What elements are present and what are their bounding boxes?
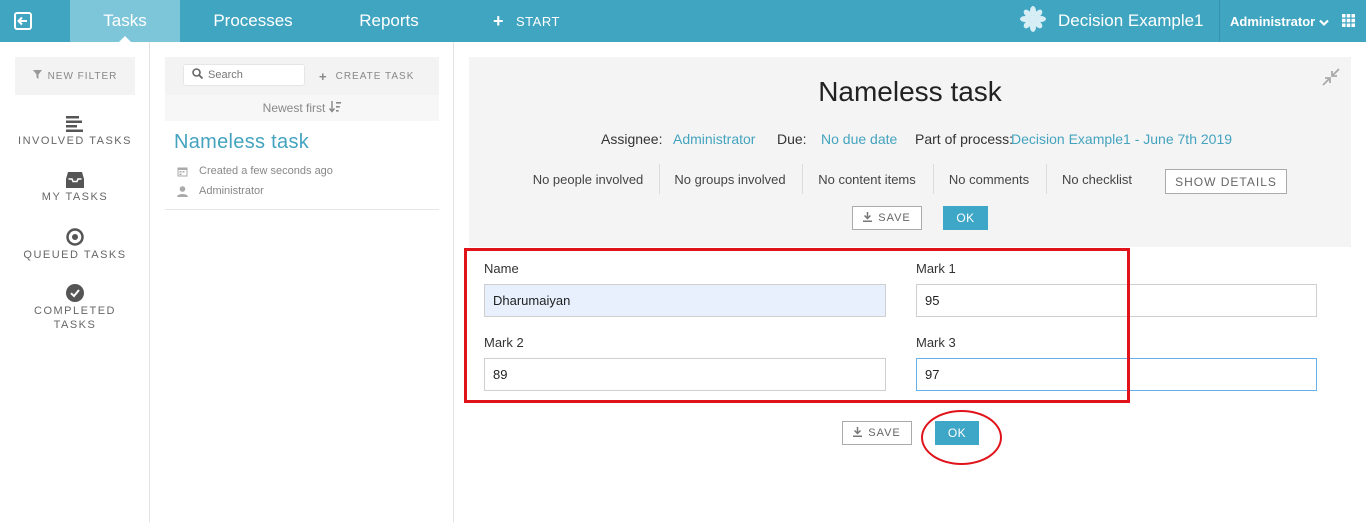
assignee-label: Assignee:: [601, 131, 663, 147]
nav-divider: [1219, 0, 1220, 42]
stat-divider: [659, 164, 660, 194]
search-icon: [192, 66, 204, 84]
content-items[interactable]: No content items: [807, 162, 927, 196]
create-task-label: CREATE TASK: [335, 71, 415, 82]
download-icon: [863, 211, 873, 225]
task-created-text: Created a few seconds ago: [199, 165, 333, 177]
user-menu[interactable]: Administrator: [1230, 0, 1330, 42]
form-save-button[interactable]: SAVE: [842, 421, 912, 445]
sort-descending-icon: [329, 100, 342, 116]
comments[interactable]: No comments: [938, 162, 1040, 196]
sort-label: Newest first: [262, 101, 326, 115]
asterisk-logo-icon: [1020, 5, 1046, 37]
download-icon: [853, 426, 863, 440]
create-task-button[interactable]: + CREATE TASK: [319, 69, 414, 84]
due-date-link[interactable]: No due date: [821, 131, 897, 147]
header-save-button[interactable]: SAVE: [852, 206, 922, 230]
sidebar-item-involved-tasks[interactable]: INVOLVED TASKS: [0, 116, 150, 147]
stat-divider: [933, 164, 934, 194]
sidebar-item-label: INVOLVED TASKS: [18, 135, 132, 147]
save-label: SAVE: [878, 212, 911, 224]
new-filter-button[interactable]: NEW FILTER: [15, 57, 135, 95]
user-name: Administrator: [1230, 13, 1316, 29]
sidebar-item-label: COMPLETED: [34, 305, 116, 317]
groups-involved[interactable]: No groups involved: [664, 162, 796, 196]
stat-divider: [802, 164, 803, 194]
tab-processes[interactable]: Processes: [200, 0, 306, 42]
save-label: SAVE: [868, 427, 901, 439]
task-item-created: Created a few seconds ago: [176, 165, 333, 177]
filter-sidebar: NEW FILTER INVOLVED TASKS MY TASKS QUEUE…: [0, 42, 150, 522]
task-item-assignee: Administrator: [176, 185, 264, 197]
filter-icon: [32, 70, 42, 82]
inbox-icon: [0, 172, 150, 188]
sidebar-item-queued-tasks[interactable]: QUEUED TASKS: [0, 228, 150, 261]
assignee-link[interactable]: Administrator: [673, 131, 755, 147]
annotation-highlight-circle: [921, 410, 1002, 465]
sidebar-item-my-tasks[interactable]: MY TASKS: [0, 172, 150, 203]
search-input[interactable]: [208, 69, 300, 81]
annotation-highlight-box: [464, 248, 1130, 403]
page-title: Nameless task: [818, 76, 1002, 107]
logout-icon[interactable]: [0, 0, 46, 42]
show-details-button[interactable]: SHOW DETAILS: [1165, 169, 1287, 194]
plus-icon: +: [493, 10, 505, 31]
new-filter-label: NEW FILTER: [47, 70, 118, 82]
process-link[interactable]: Decision Example1 - June 7th 2019: [1011, 131, 1232, 147]
start-label: START: [516, 13, 560, 29]
task-list-panel: + CREATE TASK Newest first Nameless task…: [150, 42, 454, 522]
stat-divider: [1046, 164, 1047, 194]
plus-icon: +: [319, 69, 328, 84]
due-label: Due:: [777, 131, 807, 147]
calendar-icon: [176, 166, 188, 177]
tab-reports[interactable]: Reports: [344, 0, 434, 42]
people-involved[interactable]: No people involved: [522, 162, 654, 196]
list-icon: [0, 116, 150, 132]
sidebar-item-label: MY TASKS: [41, 191, 109, 203]
task-item-title[interactable]: Nameless task: [174, 131, 309, 154]
task-assignee-text: Administrator: [199, 185, 264, 197]
search-box: [183, 64, 305, 86]
user-icon: [176, 185, 188, 197]
sidebar-item-label: QUEUED TASKS: [23, 249, 127, 261]
sort-dropdown[interactable]: Newest first: [165, 95, 439, 121]
top-nav-bar: Tasks Processes Reports + START Decision…: [0, 0, 1366, 43]
apps-grid-icon[interactable]: [1342, 14, 1355, 32]
app-name: Decision Example1: [1058, 11, 1204, 30]
sidebar-item-label-line2: TASKS: [53, 319, 97, 331]
chevron-down-icon: [1319, 15, 1330, 30]
checklist[interactable]: No checklist: [1051, 162, 1143, 196]
start-button[interactable]: + START: [493, 0, 560, 42]
task-list-item[interactable]: Nameless task Created a few seconds ago …: [165, 122, 439, 210]
check-circle-icon: [0, 284, 150, 302]
target-icon: [0, 228, 150, 246]
sidebar-item-completed-tasks[interactable]: COMPLETED TASKS: [0, 284, 150, 331]
process-label: Part of process:: [915, 131, 1014, 147]
task-list-toolbar: + CREATE TASK: [165, 57, 439, 95]
header-ok-button[interactable]: OK: [943, 206, 988, 230]
app-title: Decision Example1: [1020, 0, 1204, 42]
